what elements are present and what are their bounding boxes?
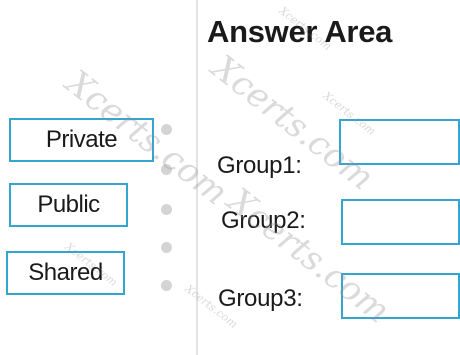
option-public[interactable]: Public xyxy=(9,183,128,227)
group3-label: Group3: xyxy=(218,285,303,312)
dot xyxy=(161,280,172,291)
option-shared[interactable]: Shared xyxy=(6,251,125,295)
group1-drop-target[interactable] xyxy=(339,119,460,165)
group3-drop-target[interactable] xyxy=(341,273,460,319)
group1-label: Group1: xyxy=(217,152,302,179)
option-private[interactable]: Private xyxy=(9,118,154,162)
drag-drop-question: Private Public Shared Answer Area Group1… xyxy=(0,0,460,355)
dot xyxy=(161,124,172,135)
dot xyxy=(161,164,172,175)
group2-label: Group2: xyxy=(221,207,306,234)
dot xyxy=(161,204,172,215)
answer-area-title: Answer Area xyxy=(207,14,393,49)
dot xyxy=(161,242,172,253)
vertical-divider xyxy=(196,0,198,355)
group2-drop-target[interactable] xyxy=(341,199,460,245)
